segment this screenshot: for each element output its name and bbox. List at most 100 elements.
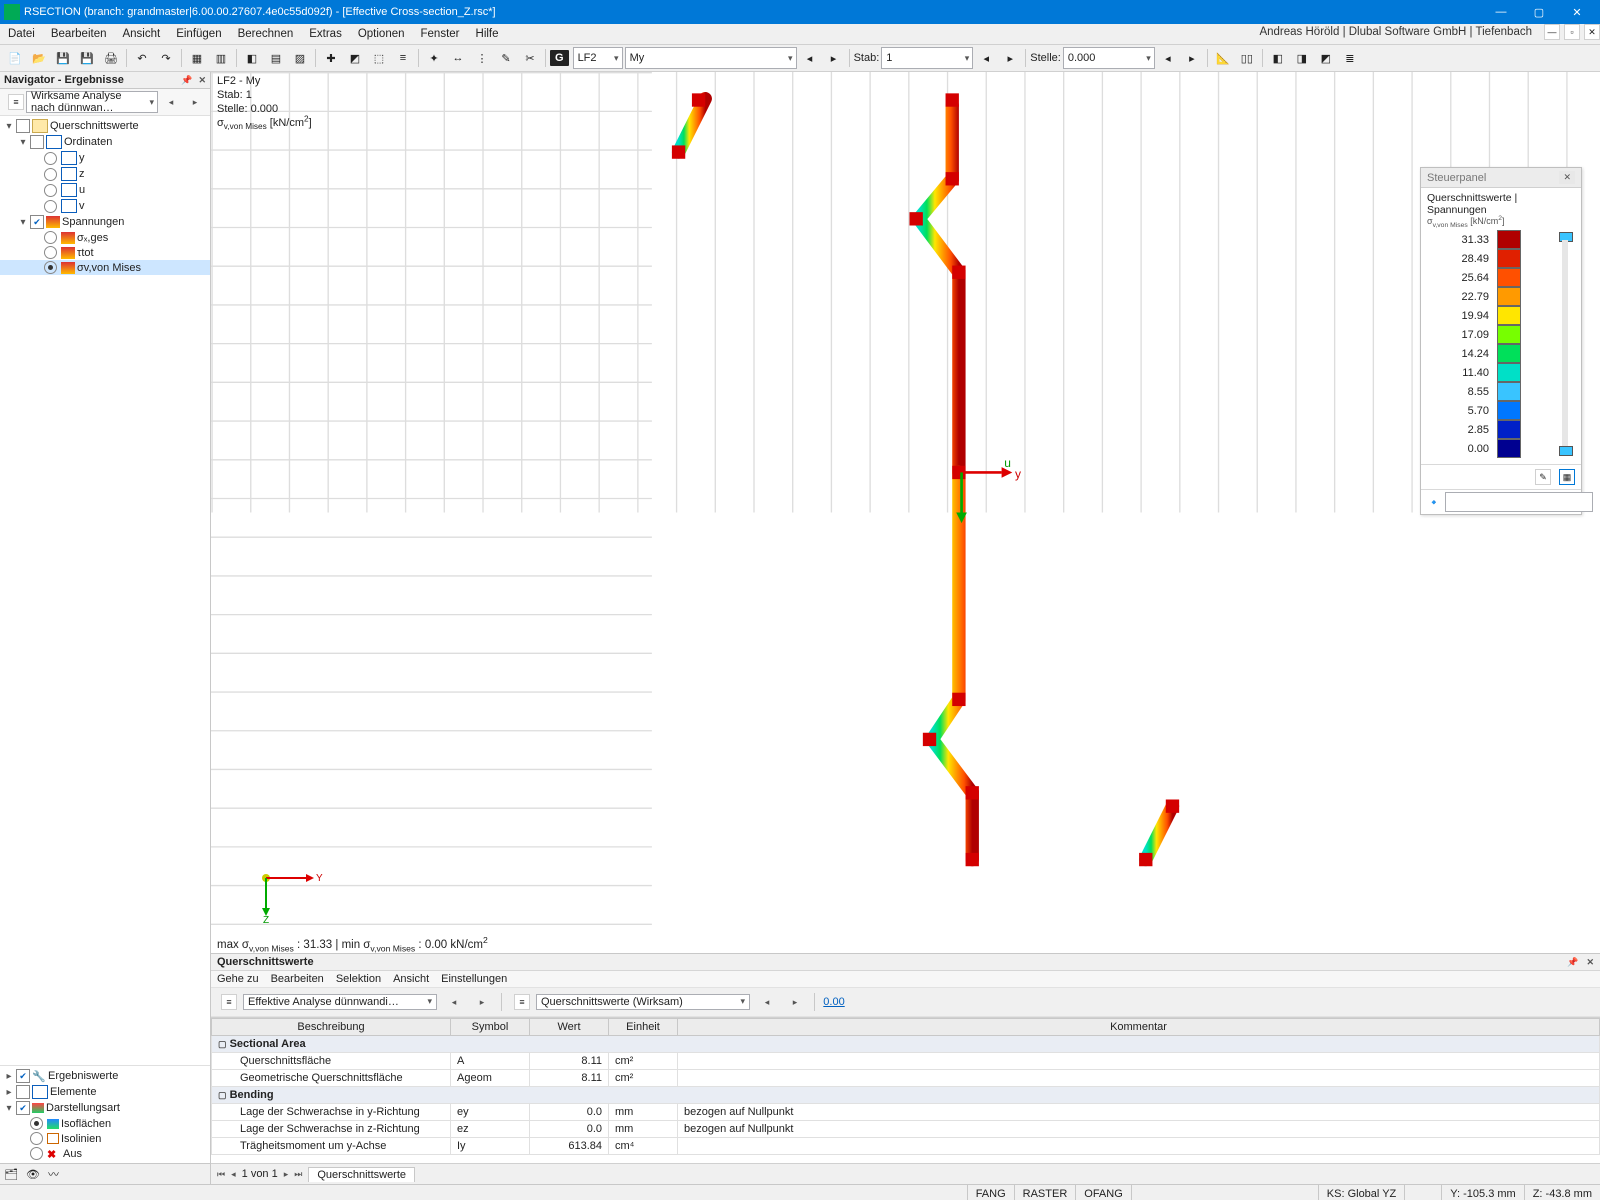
bp-next-icon[interactable]: ▸ [284,1169,289,1180]
bp-tab[interactable]: Querschnittswerte [308,1167,415,1182]
table-row[interactable]: Trägheitsmoment um y-AchseIy613.84cm⁴ [212,1138,1600,1155]
panel-input[interactable] [1445,492,1593,512]
tree-stress-0[interactable]: σₓ,ges [0,230,210,245]
nav-prev-icon[interactable]: ◂ [160,91,182,113]
lc-next-icon[interactable]: ▸ [823,47,845,69]
bp-last-icon[interactable]: ⏭ [294,1169,302,1180]
tree-ord-v[interactable]: v [0,198,210,214]
render2-icon[interactable]: ▤ [265,47,287,69]
tree-ord-u[interactable]: u [0,182,210,198]
mdi-min-icon[interactable]: — [1544,24,1560,40]
bp-close-icon[interactable]: ✕ [1586,957,1594,968]
print-icon[interactable]: 🖨 [100,47,122,69]
panel-edit-icon[interactable]: ✎ [1535,469,1551,485]
bp-menu-gehe zu[interactable]: Gehe zu [217,973,259,985]
bp-menu-bearbeiten[interactable]: Bearbeiten [271,973,324,985]
menu-einfügen[interactable]: Einfügen [168,24,229,44]
minimize-button[interactable]: — [1482,0,1520,24]
results-tree[interactable]: ▾Querschnittswerte ▾Ordinaten yzuv ▾✔Spa… [0,116,210,1065]
ruler-icon[interactable]: 📐 [1212,47,1234,69]
tree-elemente[interactable]: Elemente [50,1086,96,1098]
table-row[interactable]: QuerschnittsflächeA8.11cm² [212,1053,1600,1070]
bp-prev-icon[interactable]: ◂ [231,1169,236,1180]
menu-berechnen[interactable]: Berechnen [230,24,302,44]
axes-icon[interactable]: ✦ [423,47,445,69]
bp-menu-ansicht[interactable]: Ansicht [393,973,429,985]
saveall-icon[interactable]: 💾 [76,47,98,69]
menu-datei[interactable]: Datei [0,24,43,44]
bp-c2-next[interactable]: ▸ [784,991,806,1013]
menu-extras[interactable]: Extras [301,24,350,44]
open-icon[interactable]: 📂 [28,47,50,69]
opt4-icon[interactable]: ≣ [1339,47,1361,69]
panel-close-icon[interactable]: ✕ [1559,171,1575,184]
tab-results-icon[interactable]: 〰 [48,1166,59,1182]
nav-next-icon[interactable]: ▸ [184,91,206,113]
stelle-next-icon[interactable]: ▸ [1181,47,1203,69]
table-row[interactable]: Lage der Schwerachse in z-Richtungez0.0m… [212,1121,1600,1138]
view2-icon[interactable]: ▥ [210,47,232,69]
status-fang[interactable]: FANG [967,1185,1014,1200]
table-row[interactable]: Lage der Schwerachse in y-Richtungey0.0m… [212,1104,1600,1121]
close-button[interactable]: ✕ [1558,0,1596,24]
menu-bearbeiten[interactable]: Bearbeiten [43,24,115,44]
undo-icon[interactable]: ↶ [131,47,153,69]
table-row[interactable]: Geometrische QuerschnittsflächeAgeom8.11… [212,1070,1600,1087]
bp-first-icon[interactable]: ⏮ [217,1169,225,1180]
loadcase-name-combo[interactable]: My [625,47,797,69]
tool-d-icon[interactable]: ≡ [392,47,414,69]
render3-icon[interactable]: ▨ [289,47,311,69]
bp-combo1[interactable]: Effektive Analyse dünnwandi… [243,994,437,1010]
analysis-type-combo[interactable]: Wirksame Analyse nach dünnwan… [26,91,158,113]
opt2-icon[interactable]: ◨ [1291,47,1313,69]
menu-fenster[interactable]: Fenster [413,24,468,44]
tree-aus[interactable]: Aus [63,1148,82,1160]
opt3-icon[interactable]: ◩ [1315,47,1337,69]
save-icon[interactable]: 💾 [52,47,74,69]
more3-icon[interactable]: ✂ [519,47,541,69]
tree-isoflaechen[interactable]: Isoflächen [61,1118,111,1130]
more1-icon[interactable]: ⋮ [471,47,493,69]
loadcase-id-combo[interactable]: LF2 [573,47,623,69]
stab-prev-icon[interactable]: ◂ [975,47,997,69]
tree-spannungen[interactable]: Spannungen [62,216,124,228]
split-icon[interactable]: ▯▯ [1236,47,1258,69]
tab-views-icon[interactable]: 👁 [26,1168,40,1181]
tool-a-icon[interactable]: ✚ [320,47,342,69]
mdi-close-icon[interactable]: ✕ [1584,24,1600,40]
new-icon[interactable]: 📄 [4,47,26,69]
menu-ansicht[interactable]: Ansicht [114,24,168,44]
opt1-icon[interactable]: ◧ [1267,47,1289,69]
tree-ergebniswerte[interactable]: Ergebniswerte [48,1070,118,1082]
panel-toggle-icon[interactable]: ▦ [1559,469,1575,485]
tool-c-icon[interactable]: ⬚ [368,47,390,69]
tab-data-icon[interactable]: 🗂 [4,1168,18,1181]
pin-icon[interactable]: 📌 [181,75,192,86]
stab-next-icon[interactable]: ▸ [999,47,1021,69]
lc-prev-icon[interactable]: ◂ [799,47,821,69]
bp-menu-einstellungen[interactable]: Einstellungen [441,973,507,985]
properties-table[interactable]: BeschreibungSymbolWertEinheitKommentar ▢… [211,1018,1600,1155]
view1-icon[interactable]: ▦ [186,47,208,69]
more2-icon[interactable]: ✎ [495,47,517,69]
tree-isolinien[interactable]: Isolinien [61,1133,101,1145]
tree-darstellungsart[interactable]: Darstellungsart [46,1102,120,1114]
tree-ord-z[interactable]: z [0,166,210,182]
menu-hilfe[interactable]: Hilfe [468,24,507,44]
bp-pin-icon[interactable]: 📌 [1567,957,1578,968]
tool-b-icon[interactable]: ◩ [344,47,366,69]
dim-icon[interactable]: ↔ [447,47,469,69]
redo-icon[interactable]: ↷ [155,47,177,69]
status-raster[interactable]: RASTER [1014,1185,1076,1200]
mdi-max-icon[interactable]: ▫ [1564,24,1580,40]
menu-optionen[interactable]: Optionen [350,24,413,44]
bp-menu-selektion[interactable]: Selektion [336,973,381,985]
stab-combo[interactable]: 1 [881,47,973,69]
tree-stress-2[interactable]: σv,von Mises [0,260,210,275]
control-panel[interactable]: Steuerpanel✕ Querschnittswerte | Spannun… [1420,167,1582,515]
stelle-prev-icon[interactable]: ◂ [1157,47,1179,69]
bp-c2-prev[interactable]: ◂ [756,991,778,1013]
tree-querschnittswerte[interactable]: Querschnittswerte [50,120,139,132]
maximize-button[interactable]: ▢ [1520,0,1558,24]
tree-stress-1[interactable]: τtot [0,245,210,260]
